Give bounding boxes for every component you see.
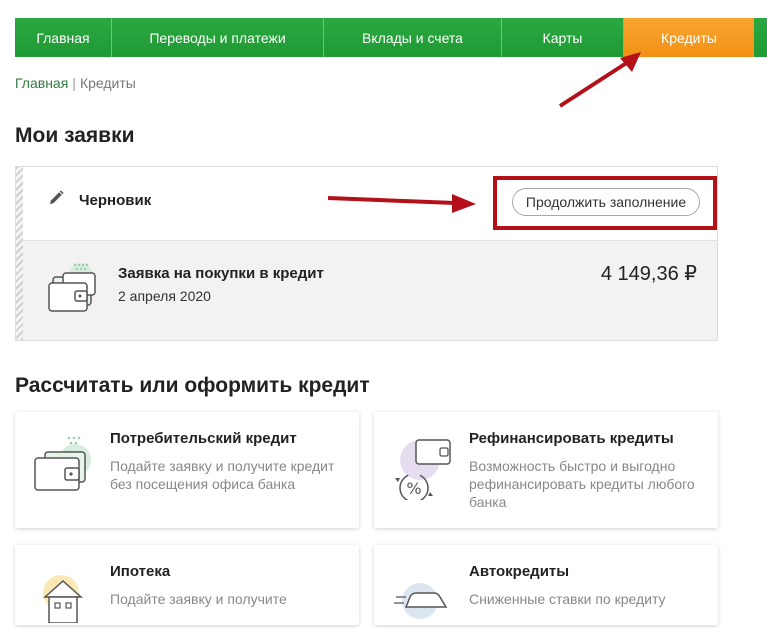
- card-description: Возможность быстро и выгодно рефинансиро…: [469, 458, 695, 510]
- main-nav: Главная Переводы и платежи Вклады и счет…: [15, 18, 767, 57]
- card-description: Подайте заявку и получите: [110, 591, 287, 607]
- wallet-icon: [31, 430, 95, 499]
- wallet-icon: [45, 261, 101, 320]
- nav-item-credits[interactable]: Кредиты: [624, 18, 754, 57]
- card-title: Ипотека: [110, 563, 171, 580]
- breadcrumb: Главная | Кредиты: [15, 75, 136, 91]
- car-icon: [390, 563, 454, 628]
- house-icon: [31, 563, 95, 628]
- arrow-to-credits-tab: [558, 52, 641, 108]
- application-date: 2 апреля 2020: [118, 288, 211, 304]
- nav-tail: [754, 18, 767, 57]
- card-refinance[interactable]: % Рефинансировать кредиты Возможность бы…: [374, 412, 718, 528]
- draft-header: Черновик Продолжить заполнение: [23, 167, 717, 240]
- pencil-icon: [47, 189, 65, 212]
- nav-item-home[interactable]: Главная: [15, 18, 112, 57]
- card-car-loans[interactable]: Автокредиты Сниженные ставки по кредиту: [374, 545, 718, 625]
- application-title: Заявка на покупки в кредит: [118, 265, 324, 282]
- card-title: Потребительский кредит: [110, 430, 297, 447]
- card-mortgage[interactable]: Ипотека Подайте заявку и получите: [15, 545, 359, 625]
- my-applications-title: Мои заявки: [15, 124, 135, 147]
- draft-label: Черновик: [79, 192, 152, 209]
- card-consumer-credit[interactable]: Потребительский кредит Подайте заявку и …: [15, 412, 359, 528]
- breadcrumb-home-link[interactable]: Главная: [15, 75, 68, 91]
- draft-application-card: Черновик Продолжить заполнение Заявка на…: [15, 166, 718, 341]
- continue-filling-button[interactable]: Продолжить заполнение: [512, 188, 700, 216]
- card-title: Автокредиты: [469, 563, 570, 580]
- draft-stripe: [16, 167, 23, 340]
- nav-item-deposits[interactable]: Вклады и счета: [324, 18, 502, 57]
- calculate-credit-title: Рассчитать или оформить кредит: [15, 374, 370, 397]
- card-description: Подайте заявку и получите кредит без пос…: [110, 458, 335, 492]
- card-description: Сниженные ставки по кредиту: [469, 591, 666, 607]
- card-title: Рефинансировать кредиты: [469, 430, 674, 447]
- svg-text:%: %: [406, 479, 421, 498]
- nav-item-transfers[interactable]: Переводы и платежи: [112, 18, 324, 57]
- application-item[interactable]: Заявка на покупки в кредит 2 апреля 2020…: [23, 240, 717, 340]
- breadcrumb-separator: |: [72, 75, 76, 91]
- refinance-percent-icon: %: [390, 430, 454, 505]
- nav-item-cards[interactable]: Карты: [502, 18, 624, 57]
- application-amount: 4 149,36 ₽: [600, 263, 697, 285]
- breadcrumb-current: Кредиты: [79, 75, 136, 91]
